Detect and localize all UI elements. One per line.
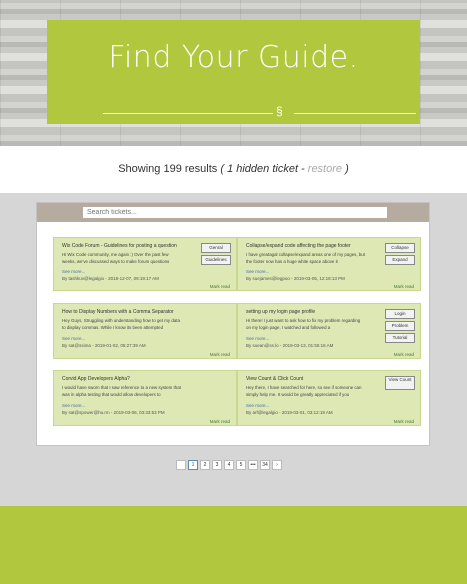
ticket-card[interactable]: setting up my login page profile Hi ther… (237, 303, 421, 359)
page-button-1[interactable]: 1 (188, 460, 198, 470)
hero-banner: Find Your Guide. § (0, 0, 467, 146)
ticket-tags: Login Problem Tutorial (385, 309, 415, 345)
tag-button[interactable]: Tutorial (385, 333, 415, 343)
tag-button[interactable]: Problem (385, 321, 415, 331)
ticket-author: By sat@ssima - 2019-01-02, 05:27:39 AM (62, 343, 146, 348)
page-prev-button[interactable] (176, 460, 186, 470)
ticket-author: By arf@legalgio - 2019-03-01, 03:12:19 A… (246, 410, 333, 415)
tag-button[interactable]: Genral (201, 243, 231, 253)
page-ellipsis: ••• (248, 460, 258, 470)
search-bar (37, 203, 429, 222)
pagination: 1 2 3 4 5 ••• 34 › (176, 460, 282, 471)
ticket-tags: Collapse Expand (385, 243, 415, 267)
mark-read-link[interactable]: Mark read (210, 352, 230, 357)
ticket-author: By suean@ss.lo - 2019-03-13, 01:55:16 AM (246, 343, 334, 348)
ticket-title[interactable]: Collapse/expand code affecting the page … (246, 243, 351, 249)
see-more-link[interactable]: See more... (246, 336, 269, 341)
page-title: Find Your Guide. (108, 40, 359, 75)
ticket-excerpt: Hi Wix Code community, me again :) Over … (62, 252, 170, 264)
ticket-title[interactable]: How to Display Numbers with a Comma Sepa… (62, 309, 174, 315)
ticket-title[interactable]: View Count & Click Count (246, 376, 303, 382)
mark-read-link[interactable]: Mark read (394, 352, 414, 357)
footer (0, 506, 467, 584)
ticket-title[interactable]: setting up my login page profile (246, 309, 315, 315)
see-more-link[interactable]: See more... (62, 336, 85, 341)
tag-button[interactable]: Login (385, 309, 415, 319)
see-more-link[interactable]: See more... (62, 403, 85, 408)
mark-read-link[interactable]: Mark read (394, 284, 414, 289)
see-more-link[interactable]: See more... (246, 403, 269, 408)
ticket-card[interactable]: Corvid App Developers Alpha? I would hav… (53, 370, 237, 426)
hero-title-box: Find Your Guide. § (47, 20, 420, 124)
ticket-author: By sat@spower@hu.rm - 2019-03-06, 03:33:… (62, 410, 165, 415)
section-sign-icon: § (276, 104, 283, 118)
ticket-excerpt: Hey Guys, Struggling with understanding … (62, 318, 180, 330)
ticket-title[interactable]: Wix Code Forum - Guidelines for posting … (62, 243, 177, 249)
page-button-2[interactable]: 2 (200, 460, 210, 470)
mark-read-link[interactable]: Mark read (210, 419, 230, 424)
tag-button[interactable]: View Count (385, 376, 415, 390)
ticket-card[interactable]: How to Display Numbers with a Comma Sepa… (53, 303, 237, 359)
see-more-link[interactable]: See more... (246, 269, 269, 274)
page-button-4[interactable]: 4 (224, 460, 234, 470)
ticket-excerpt: I would have sworn that I saw reference … (62, 385, 181, 397)
ticket-excerpt: Hey there, I have searched for here, so … (246, 385, 362, 397)
tag-button[interactable]: Expand (385, 255, 415, 265)
page-button-5[interactable]: 5 (236, 460, 246, 470)
page-button-3[interactable]: 3 (212, 460, 222, 470)
mark-read-link[interactable]: Mark read (394, 419, 414, 424)
hidden-ticket-close: ) (342, 163, 349, 175)
ticket-card[interactable]: Wix Code Forum - Guidelines for posting … (53, 237, 237, 291)
mark-read-link[interactable]: Mark read (210, 284, 230, 289)
tag-button[interactable]: Guidelines (201, 255, 231, 265)
tickets-panel: Wix Code Forum - Guidelines for posting … (36, 202, 430, 446)
ticket-author: By suejames@legpoo - 2019-03-05, 12:18:1… (246, 276, 345, 281)
see-more-link[interactable]: See more... (62, 269, 85, 274)
hidden-ticket-text: ( 1 hidden ticket - (220, 163, 308, 175)
restore-link[interactable]: restore (308, 163, 342, 175)
ticket-tags: View Count (385, 376, 415, 392)
divider-left (103, 113, 273, 114)
ticket-card[interactable]: View Count & Click Count Hey there, I ha… (237, 370, 421, 426)
divider-right (294, 113, 416, 114)
ticket-card[interactable]: Collapse/expand code affecting the page … (237, 237, 421, 291)
search-input[interactable] (83, 207, 387, 218)
results-count: Showing 199 results (118, 163, 218, 175)
tag-button[interactable]: Collapse (385, 243, 415, 253)
hidden-ticket-note: ( 1 hidden ticket - restore ) (220, 163, 348, 175)
ticket-title[interactable]: Corvid App Developers Alpha? (62, 376, 130, 382)
ticket-author: By tashkuv@legalgio - 2018-12-07, 09:19:… (62, 276, 159, 281)
ticket-excerpt: Hi there! I just want to ask how to fix … (246, 318, 361, 330)
page-button-34[interactable]: 34 (260, 460, 270, 470)
ticket-excerpt: I have greatagal collapse/expand areas o… (246, 252, 365, 264)
results-summary: Showing 199 results ( 1 hidden ticket - … (0, 146, 467, 193)
page-next-button[interactable]: › (272, 460, 282, 470)
ticket-tags: Genral Guidelines (201, 243, 231, 267)
